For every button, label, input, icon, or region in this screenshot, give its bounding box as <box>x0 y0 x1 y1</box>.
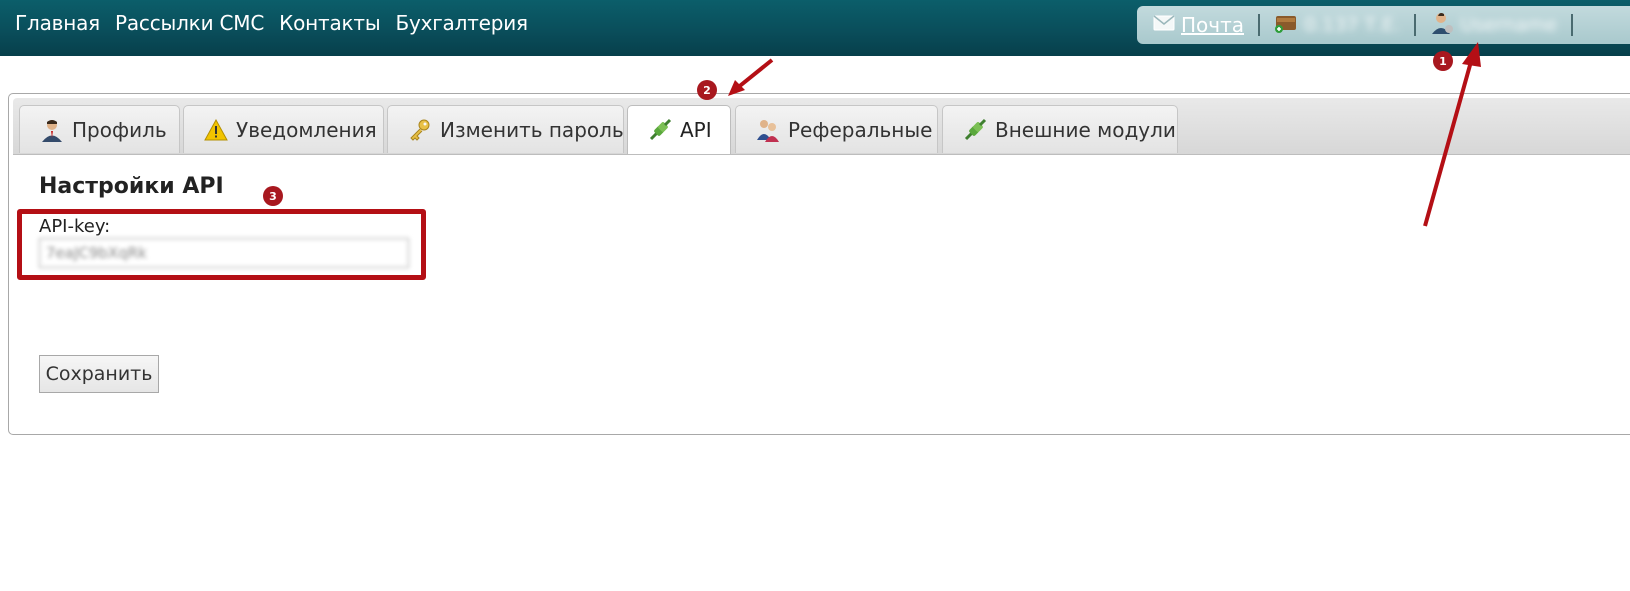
annotation-arrow-2 <box>734 58 774 91</box>
plug-icon <box>963 118 987 142</box>
nav-link-accounting[interactable]: Бухгалтерия <box>395 11 528 35</box>
balance-value-redacted: 0.137 Т.Е. <box>1304 14 1401 36</box>
tab-label: Внешние модули <box>995 117 1176 142</box>
balance-item[interactable]: 0.137 Т.Е. <box>1274 6 1400 44</box>
tab-strip: Профиль Уведомления Изменить пароль API … <box>13 98 1630 155</box>
api-key-field[interactable] <box>39 238 409 268</box>
nav-link-home[interactable]: Главная <box>15 11 100 35</box>
settings-panel: Профиль Уведомления Изменить пароль API … <box>8 93 1630 435</box>
tab-label: Реферальные <box>788 117 933 142</box>
tab-profile[interactable]: Профиль <box>19 105 180 153</box>
profile-icon <box>40 118 64 142</box>
tab-label: API <box>680 118 712 142</box>
mail-link[interactable]: Почта <box>1181 13 1244 37</box>
mail-item[interactable]: Почта <box>1153 6 1244 44</box>
nav-link-sms-campaigns[interactable]: Рассылки СМС <box>115 11 264 35</box>
envelope-icon <box>1153 15 1175 35</box>
tab-label: Профиль <box>72 117 167 142</box>
user-panel: Почта 0.137 Т.Е. Username <box>1137 6 1630 44</box>
tab-label: Уведомления <box>236 117 377 142</box>
nav-link-contacts[interactable]: Контакты <box>279 11 381 35</box>
tab-change-password[interactable]: Изменить пароль <box>387 105 624 153</box>
main-nav: Главная Рассылки СМС Контакты Бухгалтери… <box>15 11 528 35</box>
key-icon <box>408 118 432 142</box>
user-item[interactable]: Username <box>1430 6 1557 44</box>
api-key-label: API-key: <box>39 216 111 237</box>
page-title: Настройки API <box>39 174 224 199</box>
divider <box>1570 14 1573 36</box>
referral-icon <box>756 118 780 142</box>
top-navigation-bar: Главная Рассылки СМС Контакты Бухгалтери… <box>0 0 1630 56</box>
user-icon <box>1430 11 1454 39</box>
wallet-icon <box>1274 12 1298 38</box>
tab-external-modules[interactable]: Внешние модули <box>942 105 1178 153</box>
divider <box>1258 14 1260 36</box>
plug-icon <box>648 118 672 142</box>
tab-api[interactable]: API <box>627 105 731 154</box>
tab-label: Изменить пароль <box>440 117 624 142</box>
username-redacted: Username <box>1460 14 1557 36</box>
save-button[interactable]: Сохранить <box>39 355 159 393</box>
divider <box>1414 14 1417 36</box>
tab-referral[interactable]: Реферальные <box>735 105 938 153</box>
tab-notifications[interactable]: Уведомления <box>183 105 384 153</box>
warning-icon <box>204 118 228 142</box>
